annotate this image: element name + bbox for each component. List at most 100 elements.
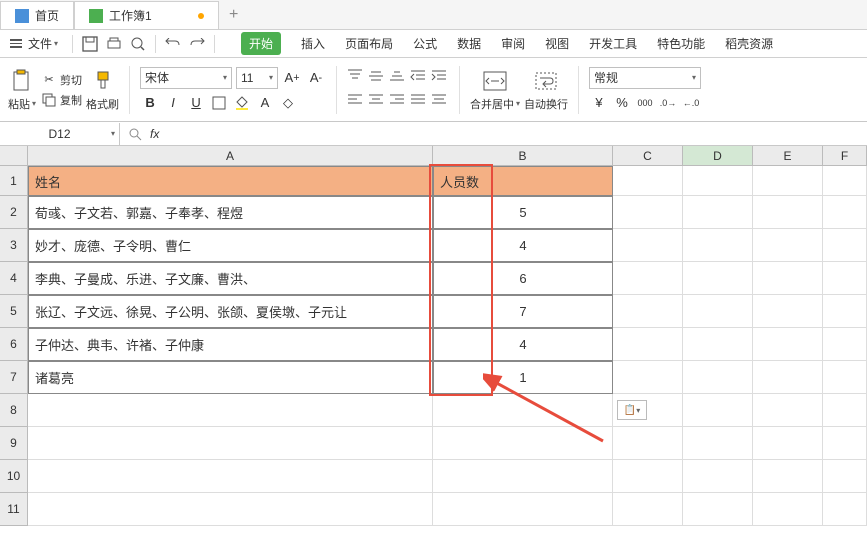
- copy-button[interactable]: 复制: [40, 91, 82, 109]
- cell-b7[interactable]: 1: [433, 361, 613, 394]
- more-font-icon[interactable]: ◇: [278, 93, 298, 113]
- column-header-c[interactable]: C: [613, 146, 683, 166]
- column-header-f[interactable]: F: [823, 146, 867, 166]
- cell-c6[interactable]: [613, 328, 683, 361]
- decrease-font-icon[interactable]: A-: [306, 68, 326, 88]
- cell-a5[interactable]: 张辽、子文远、徐晃、子公明、张颌、夏侯墩、子元让: [28, 295, 433, 328]
- cell-e3[interactable]: [753, 229, 823, 262]
- cell-d10[interactable]: [683, 460, 753, 493]
- cell-f7[interactable]: [823, 361, 867, 394]
- cell-c2[interactable]: [613, 196, 683, 229]
- cell-e6[interactable]: [753, 328, 823, 361]
- column-header-b[interactable]: B: [433, 146, 613, 166]
- font-color-button[interactable]: A: [255, 93, 275, 113]
- row-header-11[interactable]: 11: [0, 493, 28, 526]
- cell-f2[interactable]: [823, 196, 867, 229]
- align-right-icon[interactable]: [389, 93, 407, 111]
- cell-a9[interactable]: [28, 427, 433, 460]
- cell-e1[interactable]: [753, 166, 823, 196]
- fill-color-button[interactable]: [232, 93, 252, 113]
- decrease-decimal-icon[interactable]: ←.0: [681, 93, 701, 113]
- currency-icon[interactable]: ¥: [589, 93, 609, 113]
- cell-b6[interactable]: 4: [433, 328, 613, 361]
- paste-options-button[interactable]: 📋▾: [617, 400, 647, 420]
- font-size-select[interactable]: 11▾: [236, 67, 278, 89]
- cell-f8[interactable]: [823, 394, 867, 427]
- cell-f10[interactable]: [823, 460, 867, 493]
- cell-d3[interactable]: [683, 229, 753, 262]
- cell-a1[interactable]: 姓名: [28, 166, 433, 196]
- preview-icon[interactable]: [127, 33, 149, 55]
- cell-d1[interactable]: [683, 166, 753, 196]
- cell-a6[interactable]: 子仲达、典韦、许褚、子仲康: [28, 328, 433, 361]
- redo-icon[interactable]: [186, 33, 208, 55]
- justify-icon[interactable]: [410, 93, 428, 111]
- indent-decrease-icon[interactable]: [410, 69, 428, 87]
- row-header-9[interactable]: 9: [0, 427, 28, 460]
- indent-increase-icon[interactable]: [431, 69, 449, 87]
- file-menu[interactable]: 文件 ▾: [10, 35, 58, 52]
- tab-formula[interactable]: 公式: [413, 35, 437, 52]
- cell-e7[interactable]: [753, 361, 823, 394]
- cell-d8[interactable]: [683, 394, 753, 427]
- cell-b2[interactable]: 5: [433, 196, 613, 229]
- distribute-icon[interactable]: [431, 93, 449, 111]
- percent-icon[interactable]: %: [612, 93, 632, 113]
- formula-input[interactable]: [167, 122, 867, 145]
- cell-c7[interactable]: [613, 361, 683, 394]
- increase-font-icon[interactable]: A+: [282, 68, 302, 88]
- tab-page-layout[interactable]: 页面布局: [345, 35, 393, 52]
- bold-button[interactable]: B: [140, 93, 160, 113]
- row-header-1[interactable]: 1: [0, 166, 28, 196]
- wrap-icon[interactable]: [533, 68, 559, 94]
- cell-c1[interactable]: [613, 166, 683, 196]
- cell-f9[interactable]: [823, 427, 867, 460]
- new-tab-button[interactable]: +: [219, 1, 249, 29]
- print-icon[interactable]: [103, 33, 125, 55]
- align-center-icon[interactable]: [368, 93, 386, 111]
- cell-d6[interactable]: [683, 328, 753, 361]
- select-all-corner[interactable]: [0, 146, 28, 166]
- cell-a3[interactable]: 妙才、庞德、子令明、曹仁: [28, 229, 433, 262]
- cell-a2[interactable]: 荀彧、子文若、郭嘉、子奉孝、程煜: [28, 196, 433, 229]
- cell-a7[interactable]: 诸葛亮: [28, 361, 433, 394]
- row-header-4[interactable]: 4: [0, 262, 28, 295]
- cell-c9[interactable]: [613, 427, 683, 460]
- border-button[interactable]: [209, 93, 229, 113]
- cell-b5[interactable]: 7: [433, 295, 613, 328]
- cell-b4[interactable]: 6: [433, 262, 613, 295]
- cell-b3[interactable]: 4: [433, 229, 613, 262]
- save-icon[interactable]: [79, 33, 101, 55]
- row-header-6[interactable]: 6: [0, 328, 28, 361]
- cell-e5[interactable]: [753, 295, 823, 328]
- cell-f1[interactable]: [823, 166, 867, 196]
- cell-c10[interactable]: [613, 460, 683, 493]
- cell-a11[interactable]: [28, 493, 433, 526]
- tab-insert[interactable]: 插入: [301, 35, 325, 52]
- row-header-5[interactable]: 5: [0, 295, 28, 328]
- align-left-icon[interactable]: [347, 93, 365, 111]
- cell-d9[interactable]: [683, 427, 753, 460]
- cell-f5[interactable]: [823, 295, 867, 328]
- cell-f11[interactable]: [823, 493, 867, 526]
- cell-f3[interactable]: [823, 229, 867, 262]
- cell-c3[interactable]: [613, 229, 683, 262]
- merge-button[interactable]: 合并居中▾: [470, 96, 520, 112]
- tab-data[interactable]: 数据: [457, 35, 481, 52]
- align-bottom-icon[interactable]: [389, 69, 407, 87]
- cell-d4[interactable]: [683, 262, 753, 295]
- italic-button[interactable]: I: [163, 93, 183, 113]
- undo-icon[interactable]: [162, 33, 184, 55]
- row-header-7[interactable]: 7: [0, 361, 28, 394]
- cell-d7[interactable]: [683, 361, 753, 394]
- brush-icon[interactable]: [90, 68, 116, 94]
- tab-home[interactable]: 首页: [0, 1, 74, 29]
- row-header-3[interactable]: 3: [0, 229, 28, 262]
- thousands-icon[interactable]: 000: [635, 93, 655, 113]
- cell-f4[interactable]: [823, 262, 867, 295]
- cell-e11[interactable]: [753, 493, 823, 526]
- cell-c11[interactable]: [613, 493, 683, 526]
- search-fx-icon[interactable]: [128, 127, 142, 141]
- cell-e2[interactable]: [753, 196, 823, 229]
- cell-b8[interactable]: [433, 394, 613, 427]
